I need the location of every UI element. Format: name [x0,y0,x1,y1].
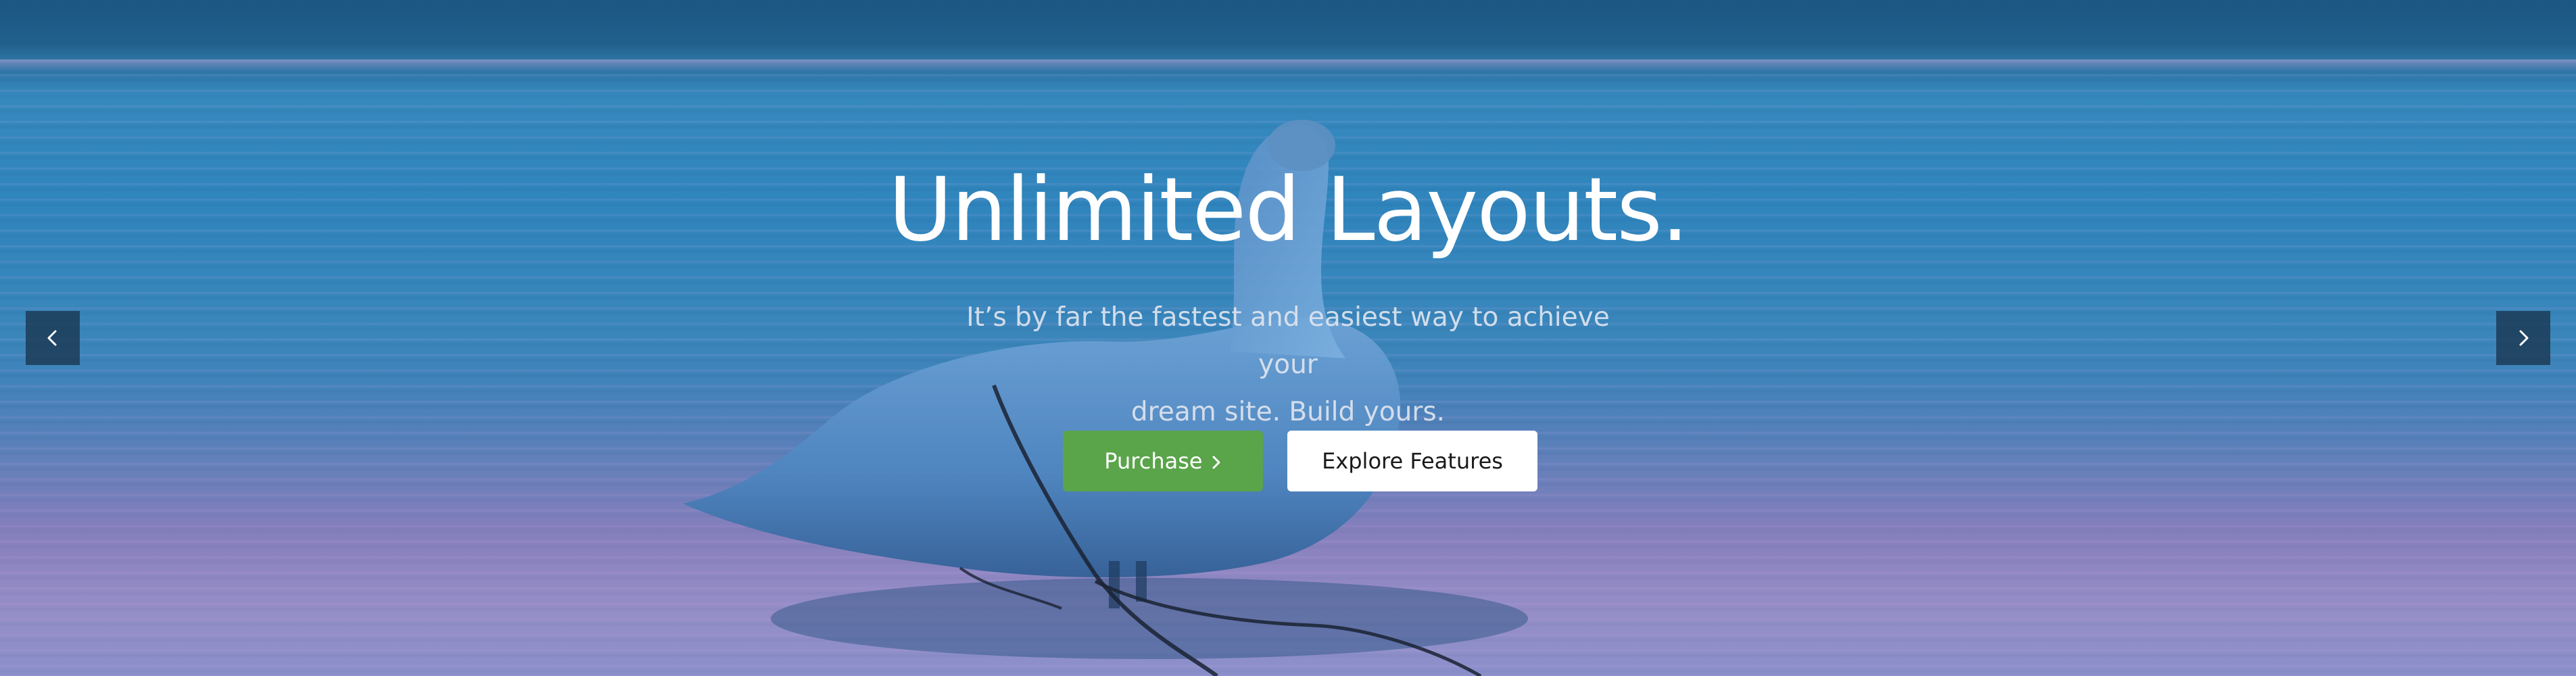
purchase-button[interactable]: Purchase [1063,431,1263,491]
hero-slider: Unlimited Layouts. It’s by far the faste… [0,0,2576,676]
slider-prev-button[interactable] [26,311,80,365]
hero-subtitle-line-2: dream site. Build yours. [1130,397,1446,427]
hero-subtitle-line-1: It’s by far the fastest and easiest way … [966,302,1610,380]
background-far-shore [0,0,2576,62]
hero-subtitle: It’s by far the fastest and easiest way … [950,294,1626,436]
chevron-left-icon [47,330,57,346]
chevron-right-icon [1212,456,1220,469]
hero-headline: Unlimited Layouts. [888,158,1689,261]
purchase-button-label: Purchase [1104,448,1203,474]
slider-next-button[interactable] [2496,311,2550,365]
chevron-right-icon [2519,330,2529,346]
explore-features-button[interactable]: Explore Features [1287,431,1537,491]
